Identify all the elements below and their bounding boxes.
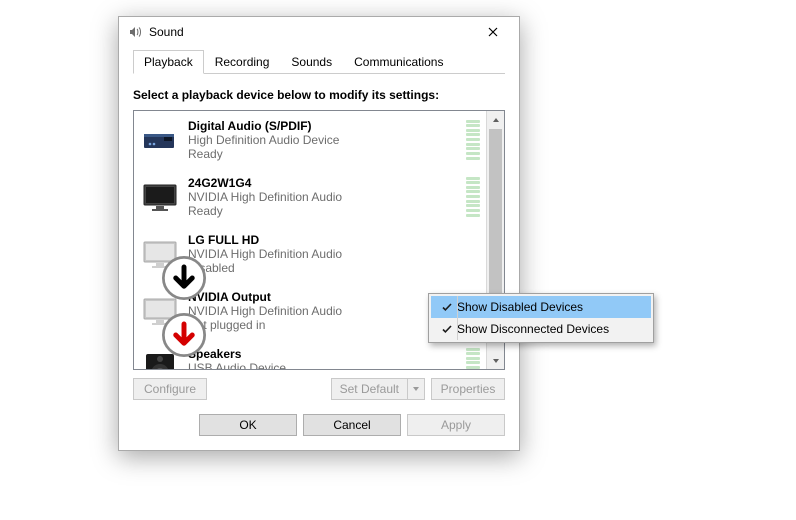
device-status: Disabled xyxy=(188,261,460,275)
device-icon xyxy=(138,346,182,370)
device-status: Ready xyxy=(188,204,460,218)
device-subtitle: NVIDIA High Definition Audio xyxy=(188,190,460,204)
menu-gutter xyxy=(457,296,458,340)
check-icon xyxy=(437,301,457,313)
window-title: Sound xyxy=(149,25,471,39)
device-status: Not plugged in xyxy=(188,318,460,332)
cancel-button[interactable]: Cancel xyxy=(303,414,401,436)
device-texts: SpeakersUSB Audio DeviceDefault Device xyxy=(188,347,460,370)
configure-button[interactable]: Configure xyxy=(133,378,207,400)
instruction-text: Select a playback device below to modify… xyxy=(133,88,505,102)
device-subtitle: NVIDIA High Definition Audio xyxy=(188,247,460,261)
tab-sounds[interactable]: Sounds xyxy=(280,50,343,74)
scroll-up-button[interactable] xyxy=(487,111,504,128)
set-default-button[interactable]: Set Default xyxy=(331,378,425,400)
set-default-label: Set Default xyxy=(332,379,407,399)
context-menu: Show Disabled Devices Show Disconnected D… xyxy=(428,293,654,343)
device-name: NVIDIA Output xyxy=(188,290,460,304)
sound-icon xyxy=(127,24,143,40)
device-icon xyxy=(138,118,182,162)
level-meter xyxy=(466,348,480,370)
device-texts: Digital Audio (S/PDIF)High Definition Au… xyxy=(188,119,460,161)
close-button[interactable] xyxy=(471,18,515,46)
device-item[interactable]: 24G2W1G4NVIDIA High Definition AudioRead… xyxy=(134,168,486,225)
device-texts: 24G2W1G4NVIDIA High Definition AudioRead… xyxy=(188,176,460,218)
device-icon xyxy=(138,289,182,333)
tab-communications[interactable]: Communications xyxy=(343,50,454,74)
status-badge-icon xyxy=(162,313,178,329)
tab-strip: Playback Recording Sounds Communications xyxy=(133,49,505,74)
device-name: LG FULL HD xyxy=(188,233,460,247)
context-menu-label: Show Disconnected Devices xyxy=(457,322,637,336)
context-menu-item[interactable]: Show Disabled Devices xyxy=(431,296,651,318)
tab-recording[interactable]: Recording xyxy=(204,50,281,74)
status-badge-icon xyxy=(162,256,178,272)
device-icon xyxy=(138,232,182,276)
device-name: Digital Audio (S/PDIF) xyxy=(188,119,460,133)
device-name: 24G2W1G4 xyxy=(188,176,460,190)
title-bar: Sound xyxy=(119,17,519,47)
chevron-down-icon[interactable] xyxy=(407,379,424,399)
device-subtitle: NVIDIA High Definition Audio xyxy=(188,304,460,318)
device-status: Ready xyxy=(188,147,460,161)
device-subtitle: USB Audio Device xyxy=(188,361,460,370)
sound-dialog: Sound Playback Recording Sounds Communic… xyxy=(118,16,520,451)
level-meter xyxy=(466,177,480,217)
device-texts: LG FULL HDNVIDIA High Definition AudioDi… xyxy=(188,233,460,275)
tab-playback[interactable]: Playback xyxy=(133,50,204,74)
device-subtitle: High Definition Audio Device xyxy=(188,133,460,147)
device-name: Speakers xyxy=(188,347,460,361)
device-icon xyxy=(138,175,182,219)
device-item[interactable]: Digital Audio (S/PDIF)High Definition Au… xyxy=(134,111,486,168)
level-meter xyxy=(466,120,480,160)
context-menu-item[interactable]: Show Disconnected Devices xyxy=(431,318,651,340)
scroll-down-button[interactable] xyxy=(487,352,504,369)
properties-button[interactable]: Properties xyxy=(431,378,505,400)
context-menu-label: Show Disabled Devices xyxy=(457,300,637,314)
check-icon xyxy=(437,323,457,335)
device-texts: NVIDIA OutputNVIDIA High Definition Audi… xyxy=(188,290,460,332)
apply-button[interactable]: Apply xyxy=(407,414,505,436)
ok-button[interactable]: OK xyxy=(199,414,297,436)
device-item[interactable]: LG FULL HDNVIDIA High Definition AudioDi… xyxy=(134,225,486,282)
